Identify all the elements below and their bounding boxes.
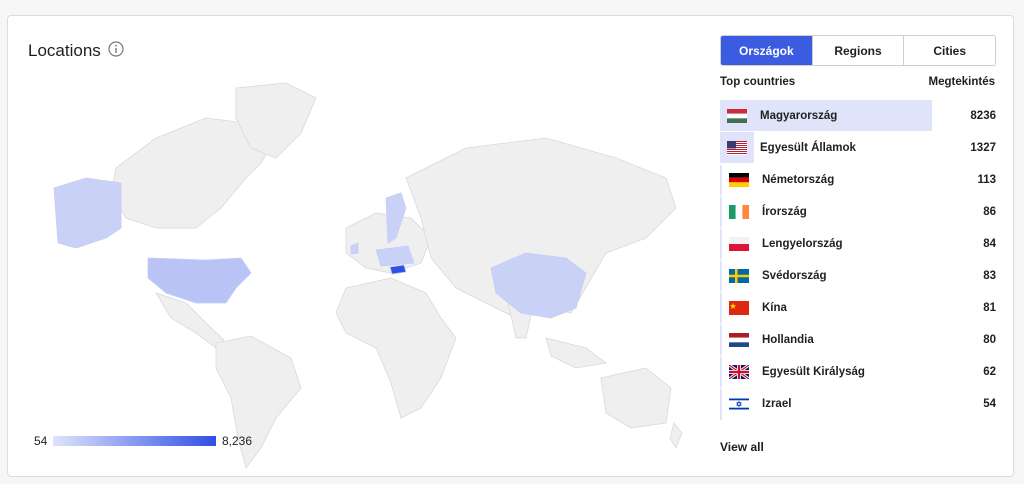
country-views: 84 bbox=[983, 238, 996, 250]
country-views: 81 bbox=[983, 302, 996, 314]
pl-flag-icon bbox=[729, 237, 749, 251]
country-name: Németország bbox=[762, 174, 835, 186]
country-row[interactable]: Magyarország 8236 bbox=[720, 100, 996, 132]
country-row[interactable]: Egyesült Királyság 62 bbox=[720, 356, 996, 388]
tab-regions[interactable]: Regions bbox=[811, 36, 904, 65]
country-name: Egyesült Államok bbox=[760, 142, 856, 154]
country-row[interactable]: Németország 113 bbox=[720, 164, 996, 196]
flag-container bbox=[720, 101, 754, 132]
legend-gradient-bar bbox=[53, 436, 216, 446]
country-views: 83 bbox=[983, 270, 996, 282]
legend-min: 54 bbox=[34, 434, 48, 448]
flag-container bbox=[720, 324, 756, 356]
card-title: Locations bbox=[28, 41, 101, 60]
map-region-australia bbox=[600, 367, 672, 429]
cn-flag-icon bbox=[729, 301, 749, 315]
country-list: Magyarország 8236 Egyesült Államok 1327 Néme… bbox=[720, 100, 996, 420]
location-tabs: Országok Regions Cities bbox=[720, 35, 996, 66]
map-region-africa bbox=[335, 277, 457, 419]
flag-container bbox=[720, 133, 754, 164]
info-icon[interactable] bbox=[108, 41, 124, 57]
country-row[interactable]: Izrael 54 bbox=[720, 388, 996, 420]
column-header-views: Megtekintés bbox=[928, 76, 995, 88]
country-name: Lengyelország bbox=[762, 238, 843, 250]
tab-countries[interactable]: Országok bbox=[721, 36, 812, 65]
gb-flag-icon bbox=[729, 365, 749, 379]
locations-card: Locations 54 8,236 Országok Regions Citi… bbox=[7, 15, 1014, 477]
flag-container bbox=[720, 196, 756, 228]
flag-container bbox=[720, 356, 756, 388]
country-row[interactable]: Kína 81 bbox=[720, 292, 996, 324]
legend-max: 8,236 bbox=[222, 434, 253, 448]
ie-flag-icon bbox=[729, 205, 749, 219]
view-all-link[interactable]: View all bbox=[720, 440, 764, 454]
country-views: 113 bbox=[977, 174, 996, 186]
country-views: 1327 bbox=[970, 142, 996, 154]
map-region-alaska bbox=[53, 177, 122, 249]
country-row[interactable]: Lengyelország 84 bbox=[720, 228, 996, 260]
hu-flag-icon bbox=[727, 109, 747, 123]
country-views: 8236 bbox=[970, 110, 996, 122]
flag-container bbox=[720, 260, 756, 292]
world-map bbox=[53, 82, 683, 469]
country-name: Írország bbox=[762, 206, 807, 218]
map-region-new-zealand bbox=[669, 422, 683, 449]
map-region-se-asia bbox=[545, 337, 607, 369]
de-flag-icon bbox=[729, 173, 749, 187]
country-row[interactable]: Svédország 83 bbox=[720, 260, 996, 292]
country-name: Kína bbox=[762, 302, 787, 314]
country-name: Magyarország bbox=[760, 110, 838, 122]
map-region-hungary bbox=[389, 264, 407, 275]
country-name: Egyesült Királyság bbox=[762, 366, 865, 378]
country-row[interactable]: Írország 86 bbox=[720, 196, 996, 228]
flag-container bbox=[720, 292, 756, 324]
country-views: 80 bbox=[983, 334, 996, 346]
country-views: 62 bbox=[983, 366, 996, 378]
country-row[interactable]: Egyesült Államok 1327 bbox=[720, 132, 996, 164]
se-flag-icon bbox=[729, 269, 749, 283]
country-views: 86 bbox=[983, 206, 996, 218]
country-views: 54 bbox=[983, 398, 996, 410]
map-region-germany-poland bbox=[375, 245, 415, 267]
flag-container bbox=[720, 164, 756, 196]
column-header-countries: Top countries bbox=[720, 76, 796, 88]
country-name: Izrael bbox=[762, 398, 792, 410]
il-flag-icon bbox=[729, 397, 749, 411]
map-region-south-america bbox=[215, 335, 302, 469]
nl-flag-icon bbox=[729, 333, 749, 347]
country-name: Svédország bbox=[762, 270, 827, 282]
country-row[interactable]: Hollandia 80 bbox=[720, 324, 996, 356]
flag-container bbox=[720, 228, 756, 260]
us-flag-icon bbox=[727, 141, 747, 155]
tab-cities[interactable]: Cities bbox=[903, 36, 995, 65]
country-name: Hollandia bbox=[762, 334, 814, 346]
flag-container bbox=[720, 388, 756, 420]
